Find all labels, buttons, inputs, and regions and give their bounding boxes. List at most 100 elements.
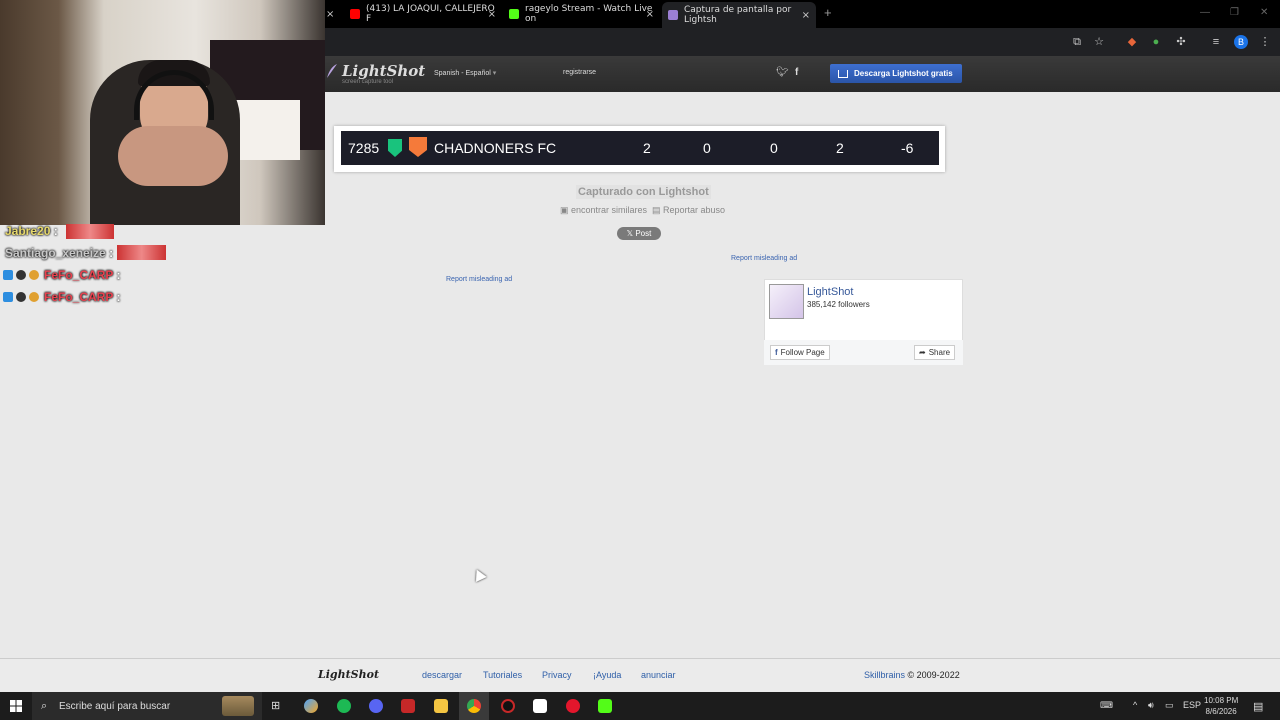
facebook-icon[interactable]: f (795, 67, 798, 78)
stat-value: 2 (836, 140, 844, 156)
post-button[interactable]: 𝕏 Post (617, 227, 661, 240)
tab-kick[interactable]: rageylo Stream - Watch Live on × (509, 4, 654, 24)
footer-link-help[interactable]: ¡Ayuda (593, 670, 621, 680)
footer-link-advertise[interactable]: anunciar (641, 670, 676, 680)
copilot-icon[interactable] (304, 699, 318, 713)
task-view-icon[interactable]: ⊞ (271, 699, 280, 712)
stat-value: 2 (643, 140, 651, 156)
close-icon[interactable]: × (646, 9, 654, 20)
search-placeholder: Escribe aquí para buscar (59, 700, 171, 712)
youtube-icon (350, 9, 360, 19)
footer-link-tutorials[interactable]: Tutoriales (483, 670, 522, 680)
taskbar-search[interactable]: ⌕ Escribe aquí para buscar (32, 692, 262, 720)
footer-link-download[interactable]: descargar (422, 670, 462, 680)
footer-link-privacy[interactable]: Privacy (542, 670, 572, 680)
language-indicator[interactable]: ESP (1183, 700, 1201, 710)
stat-value: -6 (901, 140, 914, 156)
notification-icon[interactable]: ▤ (1253, 700, 1263, 713)
download-button[interactable]: Descarga Lightshot gratis (830, 64, 962, 83)
extension-color-icon[interactable]: ● (1150, 36, 1162, 48)
share-button[interactable]: ➦ Share (914, 345, 956, 360)
register-link[interactable]: registrarse (563, 69, 596, 76)
report-abuse-label: Reportar abuso (663, 205, 726, 215)
kick-app-icon[interactable] (598, 699, 612, 713)
chat-emote (117, 245, 166, 260)
profile-avatar[interactable]: B (1234, 35, 1248, 49)
clock-date: 8/6/2026 (1205, 707, 1237, 716)
report-abuse-link[interactable]: ▤ Reportar abuso (652, 205, 725, 216)
facebook-icon: f (775, 348, 778, 357)
stat-value: 0 (770, 140, 778, 156)
report-ad-link[interactable]: Report misleading ad (446, 276, 512, 283)
tab-close-prev[interactable]: × (326, 4, 334, 24)
language-select[interactable]: Spanish - Español ▾ (434, 69, 496, 77)
opera-icon[interactable] (566, 699, 580, 713)
restore-icon[interactable]: ❐ (1230, 7, 1239, 18)
discord-icon[interactable] (369, 699, 383, 713)
captured-label: Capturado con Lightshot (576, 185, 711, 199)
follow-page-button[interactable]: f Follow Page (770, 345, 830, 360)
download-icon (838, 69, 848, 78)
chat-text: : (109, 246, 114, 260)
skillbrains-link[interactable]: Skillbrains (864, 670, 905, 680)
screenshot-image[interactable]: 7285 CHADNONERS FC 2 0 0 2 -6 (341, 131, 939, 165)
chrome-icon[interactable] (467, 699, 481, 713)
extensions-puzzle-icon[interactable]: ✣ (1175, 36, 1187, 48)
chat-text: : (53, 224, 58, 238)
footer-logo[interactable]: LightShot (318, 668, 379, 681)
fb-page-name[interactable]: LightShot (807, 286, 853, 298)
webcam-shelf (230, 100, 300, 160)
find-similar-link[interactable]: ▣ encontrar similares (560, 205, 647, 216)
search-highlight-image (222, 696, 254, 716)
x-icon: 𝕏 (626, 229, 634, 238)
twitter-icon[interactable]: 🐦︎ (776, 67, 789, 78)
badge-icon (3, 292, 13, 302)
search-icon: ⌕ (41, 699, 48, 712)
taskbar-clock[interactable]: 10:08 PM 8/6/2026 (1204, 695, 1238, 717)
chevron-up-icon[interactable]: ^ (1133, 700, 1137, 710)
follow-label: Follow Page (780, 348, 825, 357)
close-icon[interactable]: × (488, 9, 496, 20)
voicemeeter-icon[interactable] (401, 699, 415, 713)
chat-message: FeFo_CARP : (44, 290, 120, 304)
tab-lightshot[interactable]: Captura de pantalla por Lightsh × (662, 2, 816, 28)
report-ad-link[interactable]: Report misleading ad (731, 255, 797, 262)
tab-label: Captura de pantalla por Lightsh (684, 5, 792, 25)
install-icon[interactable]: ⧉ (1071, 36, 1083, 48)
chat-message: FeFo_CARP : (44, 268, 120, 282)
volume-icon[interactable]: 🔊︎ (1148, 700, 1154, 711)
extension-fox-icon[interactable]: ◆ (1126, 36, 1138, 48)
chat-username: Santiago_xeneize (5, 246, 106, 260)
tab-label: rageylo Stream - Watch Live on (525, 4, 653, 24)
badge-icon (3, 270, 13, 280)
chat-emote (66, 224, 114, 239)
capcut-icon[interactable] (533, 699, 547, 713)
tab-youtube[interactable]: (413) LA JOAQUI, CALLEJERO F × (350, 4, 496, 24)
media-icon[interactable]: ≡ (1210, 36, 1222, 48)
minimize-icon[interactable]: — (1200, 7, 1210, 18)
feather-icon (327, 64, 337, 78)
chat-text: : (116, 290, 121, 304)
badge-icon (29, 292, 39, 302)
share-icon: ➦ (919, 348, 926, 357)
logo-tagline: screen capture tool (342, 79, 394, 85)
language-label: Spanish - Español (434, 70, 491, 77)
keyboard-icon[interactable]: ⌨ (1100, 700, 1113, 711)
bookmark-star-icon[interactable]: ☆ (1093, 36, 1105, 48)
menu-kebab-icon[interactable]: ⋮ (1259, 36, 1271, 48)
download-label: Descarga Lightshot gratis (854, 69, 953, 78)
new-tab-icon[interactable]: + (824, 5, 832, 20)
close-icon[interactable]: × (802, 10, 810, 21)
file-explorer-icon[interactable] (434, 699, 448, 713)
page-footer (0, 658, 1280, 692)
obs-icon[interactable] (501, 699, 515, 713)
chat-text: : (116, 268, 121, 282)
window-close-icon[interactable]: ✕ (1260, 7, 1268, 18)
windows-start-icon[interactable] (10, 700, 22, 712)
page-thumbnail[interactable] (769, 284, 804, 319)
clock-time: 10:08 PM (1204, 696, 1239, 705)
lightshot-logo[interactable]: LightShot (342, 62, 425, 80)
network-icon[interactable]: ▭ (1165, 700, 1174, 711)
spotify-icon[interactable] (337, 699, 351, 713)
share-label: Share (928, 348, 951, 357)
